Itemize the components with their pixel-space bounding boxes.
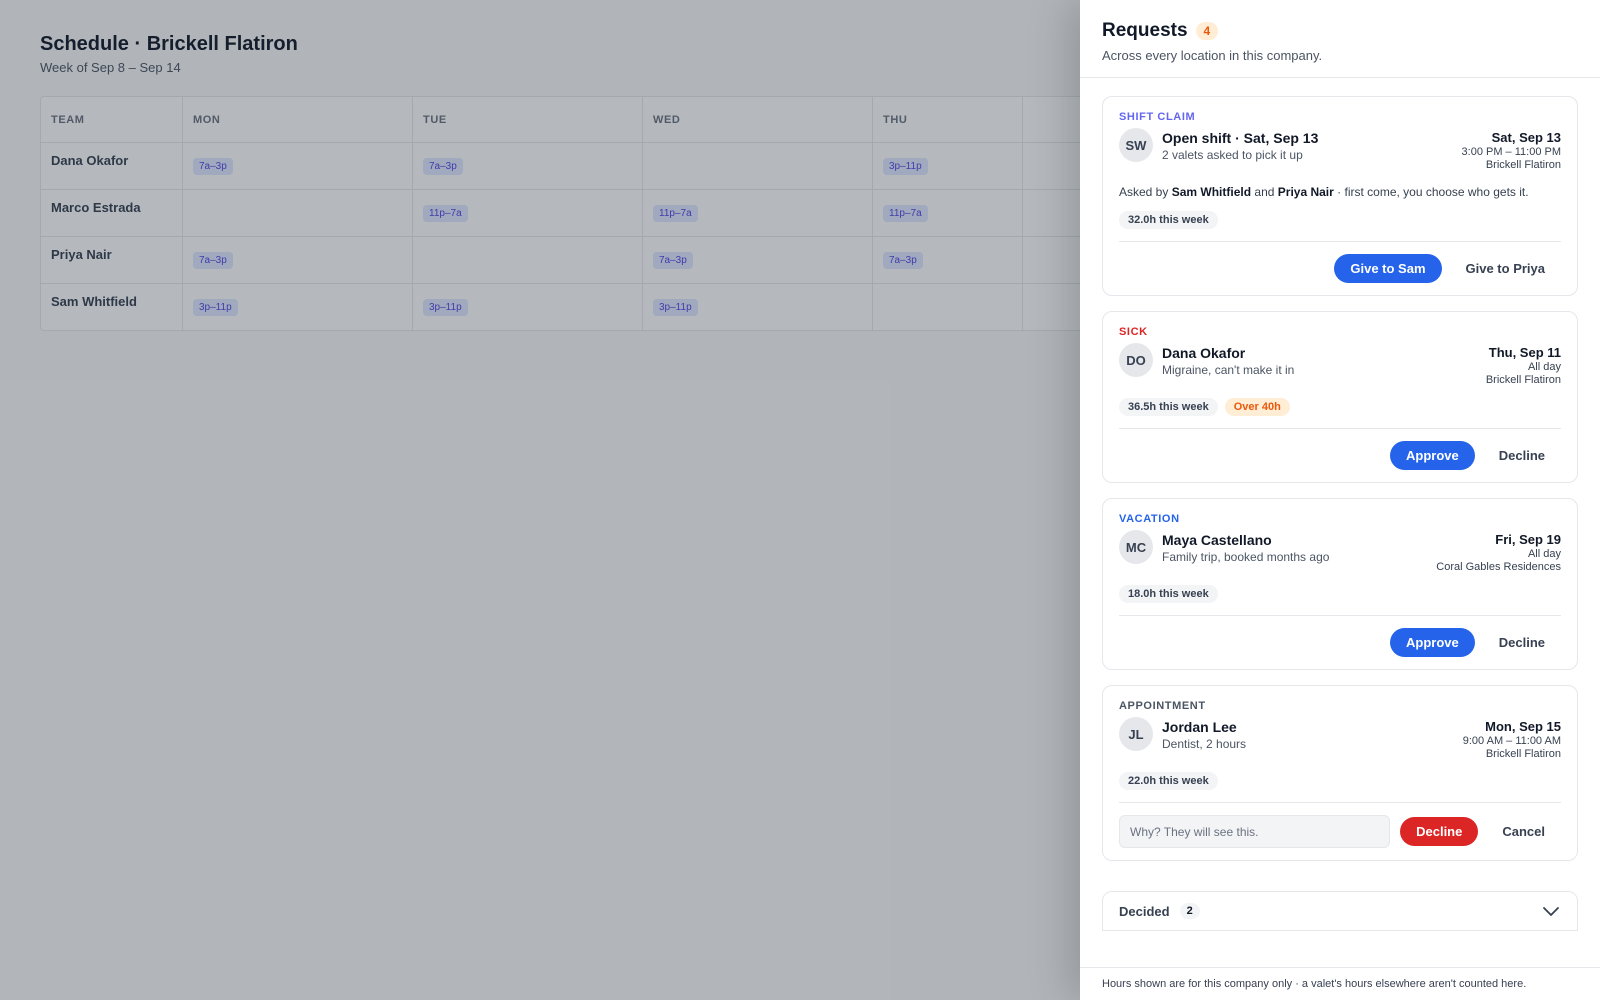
approve-button[interactable]: Approve xyxy=(1390,628,1475,657)
request-card: VACATION MC Maya Castellano Family trip,… xyxy=(1102,498,1578,670)
request-date: Sat, Sep 13 xyxy=(1491,130,1561,145)
requests-count-badge: 4 xyxy=(1195,22,1219,40)
requests-drawer: Requests 4 Across every location in this… xyxy=(1080,0,1600,1000)
card-actions: Give to Sam Give to Priya xyxy=(1119,241,1561,283)
request-location: Coral Gables Residences xyxy=(1436,561,1561,573)
request-time: 9:00 AM – 11:00 AM xyxy=(1462,735,1561,747)
request-time: 3:00 PM – 11:00 PM xyxy=(1461,146,1561,158)
request-detail: Family trip, booked months ago xyxy=(1162,550,1330,564)
avatar: DO xyxy=(1119,343,1153,377)
footer-note: Hours shown are for this company only · … xyxy=(1080,967,1600,1000)
request-detail: 2 valets asked to pick it up xyxy=(1162,148,1303,162)
cancel-button[interactable]: Cancel xyxy=(1486,817,1561,846)
request-date: Mon, Sep 15 xyxy=(1485,719,1561,734)
approve-button[interactable]: Approve xyxy=(1390,441,1475,470)
request-title: Open shift · Sat, Sep 13 xyxy=(1162,130,1319,146)
request-title: Jordan Lee xyxy=(1162,719,1237,735)
claim-prefix: Asked by xyxy=(1119,185,1169,199)
drawer-title: Requests xyxy=(1102,20,1188,41)
request-title: Maya Castellano xyxy=(1162,532,1272,548)
request-location: Brickell Flatiron xyxy=(1485,374,1561,386)
decline-reason-input[interactable] xyxy=(1119,815,1391,848)
request-date: Thu, Sep 11 xyxy=(1488,345,1561,360)
decided-label: Decided xyxy=(1119,903,1170,919)
claim-summary: Asked by Sam Whitfield and Priya Nair · … xyxy=(1119,185,1561,199)
avatar: JL xyxy=(1119,717,1153,751)
decided-count-badge: 2 xyxy=(1179,903,1200,919)
request-location: Brickell Flatiron xyxy=(1485,159,1561,171)
claimant-name: Sam Whitfield xyxy=(1171,185,1252,199)
request-date: Fri, Sep 19 xyxy=(1495,532,1561,547)
request-kind-label: SHIFT CLAIM xyxy=(1119,111,1196,123)
request-list: SHIFT CLAIM SW Open shift · Sat, Sep 13 … xyxy=(1080,78,1600,861)
card-actions: Approve Decline xyxy=(1119,428,1561,470)
request-location: Brickell Flatiron xyxy=(1485,748,1561,760)
claimant-name: Priya Nair xyxy=(1277,185,1334,199)
request-card: SICK DO Dana Okafor Migraine, can't make… xyxy=(1102,311,1578,483)
give-to-sam-button[interactable]: Give to Sam xyxy=(1334,254,1442,283)
drawer-header: Requests 4 Across every location in this… xyxy=(1080,0,1600,78)
claim-suffix: · first come, you choose who gets it. xyxy=(1337,185,1529,199)
card-actions: Decline Cancel xyxy=(1119,802,1561,848)
request-time: All day xyxy=(1527,361,1561,373)
confirm-decline-button[interactable]: Decline xyxy=(1400,817,1479,846)
request-kind-label: SICK xyxy=(1119,326,1148,338)
request-kind-label: APPOINTMENT xyxy=(1119,700,1206,712)
weekly-hours-chip: 36.5h this week xyxy=(1119,398,1218,416)
request-kind-label: VACATION xyxy=(1119,513,1180,525)
decline-button[interactable]: Decline xyxy=(1483,441,1561,470)
chevron-down-icon[interactable] xyxy=(1541,901,1561,921)
request-time: All day xyxy=(1527,548,1561,560)
give-to-priya-button[interactable]: Give to Priya xyxy=(1450,254,1561,283)
request-detail: Migraine, can't make it in xyxy=(1162,363,1295,377)
claim-conjunction: and xyxy=(1254,185,1275,199)
drawer-subtitle: Across every location in this company. xyxy=(1102,48,1323,63)
request-detail: Dentist, 2 hours xyxy=(1162,737,1247,751)
decided-section-toggle[interactable]: Decided 2 xyxy=(1102,891,1578,931)
request-title: Dana Okafor xyxy=(1162,345,1246,361)
card-actions: Approve Decline xyxy=(1119,615,1561,657)
weekly-hours-chip: 18.0h this week xyxy=(1119,585,1218,603)
avatar: SW xyxy=(1119,128,1153,162)
request-card: APPOINTMENT JL Jordan Lee Dentist, 2 hou… xyxy=(1102,685,1578,861)
request-card: SHIFT CLAIM SW Open shift · Sat, Sep 13 … xyxy=(1102,96,1578,296)
overtime-warning-chip: Over 40h xyxy=(1224,398,1290,416)
weekly-hours-chip: 32.0h this week xyxy=(1119,211,1218,229)
weekly-hours-chip: 22.0h this week xyxy=(1119,772,1218,790)
avatar: MC xyxy=(1119,530,1153,564)
decline-button[interactable]: Decline xyxy=(1483,628,1561,657)
